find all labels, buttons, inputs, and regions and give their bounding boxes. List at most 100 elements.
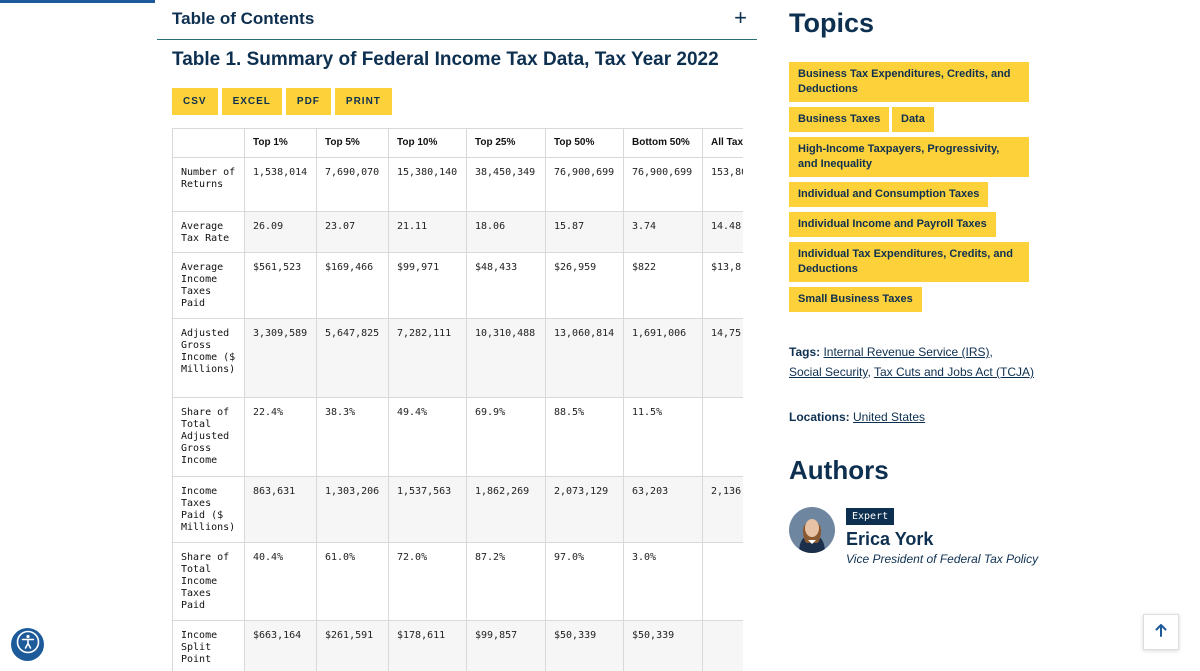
plus-icon[interactable]: + [734, 6, 747, 30]
table-cell: 76,900,699 [623, 157, 703, 212]
header-top-25: Top 25% [466, 128, 546, 158]
table-cell: 26.09 [244, 211, 317, 253]
table-cell: 7,282,111 [388, 318, 467, 398]
table-cell: $561,523 [244, 252, 317, 319]
topic-tag[interactable]: Business Tax Expenditures, Credits, and … [789, 62, 1029, 102]
table-cell: $178,611 [388, 620, 467, 671]
table-cell: 49.4% [388, 397, 467, 477]
topics-heading: Topics [789, 8, 875, 38]
author-name[interactable]: Erica York [846, 529, 933, 550]
topic-tag[interactable]: Individual Income and Payroll Taxes [789, 212, 996, 237]
table-cell: 69.9% [466, 397, 546, 477]
topic-tag[interactable]: Individual and Consumption Taxes [789, 182, 989, 207]
table-row: Income Split Point $663,164 $261,591 $17… [172, 620, 743, 671]
table-cell: 87.2% [466, 542, 546, 621]
table-cell: 40.4% [244, 542, 317, 621]
locations-label: Locations: [789, 410, 850, 424]
table-cell: $261,591 [316, 620, 389, 671]
row-label: Number of Returns [172, 157, 245, 212]
table-cell: 7,690,070 [316, 157, 389, 212]
table-cell: 11.5% [623, 397, 703, 477]
table-cell: 14,75 [702, 318, 743, 398]
excel-button[interactable]: EXCEL [221, 88, 282, 115]
table-row: Average Income Taxes Paid $561,523 $169,… [172, 252, 743, 319]
row-label: Income Taxes Paid ($ Millions) [172, 476, 245, 543]
topic-tag[interactable]: Small Business Taxes [789, 287, 922, 312]
tag-link[interactable]: Tax Cuts and Jobs Act (TCJA) [874, 365, 1034, 379]
table-cell: 88.5% [545, 397, 624, 477]
row-label: Adjusted Gross Income ($ Millions) [172, 318, 245, 398]
header-top-50: Top 50% [545, 128, 624, 158]
table-cell: 72.0% [388, 542, 467, 621]
table-cell: $822 [623, 252, 703, 319]
authors-heading: Authors [789, 455, 889, 485]
print-button[interactable]: PRINT [334, 88, 392, 115]
tag-link[interactable]: Internal Revenue Service (IRS) [823, 345, 989, 359]
table-cell: 1,303,206 [316, 476, 389, 543]
accessibility-icon [16, 630, 40, 659]
table-cell: 1,538,014 [244, 157, 317, 212]
row-label: Share of Total Income Taxes Paid [172, 542, 245, 621]
expert-badge: Expert [846, 508, 895, 525]
tag-link[interactable]: Social Security [789, 365, 867, 379]
table-title: Table 1. Summary of Federal Income Tax D… [172, 49, 719, 70]
table-cell: 15,380,140 [388, 157, 467, 212]
row-label: Share of Total Adjusted Gross Income [172, 397, 245, 477]
table-row: Average Tax Rate 26.09 23.07 21.11 18.06… [172, 211, 743, 253]
table-cell: $169,466 [316, 252, 389, 319]
table-cell: $13,8 [702, 252, 743, 319]
table-cell: 2,136 [702, 476, 743, 543]
csv-button[interactable]: CSV [172, 88, 218, 115]
table-cell: 22.4% [244, 397, 317, 477]
location-link[interactable]: United States [853, 410, 925, 424]
table-cell: 97.0% [545, 542, 624, 621]
table-cell: $99,971 [388, 252, 467, 319]
table-row: Income Taxes Paid ($ Millions) 863,631 1… [172, 476, 743, 543]
table-row: Adjusted Gross Income ($ Millions) 3,309… [172, 318, 743, 398]
table-of-contents-toggle[interactable]: Table of Contents + [157, 0, 757, 40]
table-row: Number of Returns 1,538,014 7,690,070 15… [172, 157, 743, 212]
author-role: Vice President of Federal Tax Policy [846, 552, 1039, 566]
back-to-top-button[interactable] [1143, 614, 1179, 650]
table-cell: $26,959 [545, 252, 624, 319]
table-row: Share of Total Adjusted Gross Income 22.… [172, 397, 743, 477]
topic-tag[interactable]: Business Taxes [789, 107, 890, 132]
table-cell: 14.48 [702, 211, 743, 253]
table-cell: 1,862,269 [466, 476, 546, 543]
tax-data-table: Top 1% Top 5% Top 10% Top 25% Top 50% Bo… [172, 128, 743, 671]
table-cell: 863,631 [244, 476, 317, 543]
row-label: Average Tax Rate [172, 211, 245, 253]
table-cell: 21.11 [388, 211, 467, 253]
table-cell: 38.3% [316, 397, 389, 477]
table-cell: $99,857 [466, 620, 546, 671]
table-cell: 15.87 [545, 211, 624, 253]
header-top-1: Top 1% [244, 128, 317, 158]
table-cell: 38,450,349 [466, 157, 546, 212]
export-buttons: CSV EXCEL PDF PRINT [172, 88, 392, 115]
tags-label: Tags: [789, 345, 821, 359]
table-cell: 18.06 [466, 211, 546, 253]
table-cell: $663,164 [244, 620, 317, 671]
header-bottom-50: Bottom 50% [623, 128, 703, 158]
topic-tag[interactable]: Data [892, 107, 934, 132]
row-label: Income Split Point [172, 620, 245, 671]
table-row: Share of Total Income Taxes Paid 40.4% 6… [172, 542, 743, 621]
table-cell: $48,433 [466, 252, 546, 319]
topic-tag[interactable]: Individual Tax Expenditures, Credits, an… [789, 242, 1029, 282]
tax-data-table-scroll[interactable]: Top 1% Top 5% Top 10% Top 25% Top 50% Bo… [172, 128, 743, 671]
table-cell: 13,060,814 [545, 318, 624, 398]
accessibility-button[interactable] [11, 628, 44, 661]
table-header-row: Top 1% Top 5% Top 10% Top 25% Top 50% Bo… [172, 128, 743, 158]
header-top-10: Top 10% [388, 128, 467, 158]
table-cell: 23.07 [316, 211, 389, 253]
top-accent-bar [0, 0, 155, 3]
arrow-up-icon [1153, 622, 1169, 643]
pdf-button[interactable]: PDF [285, 88, 331, 115]
table-cell [702, 620, 743, 671]
table-cell: 3.74 [623, 211, 703, 253]
table-cell: 10,310,488 [466, 318, 546, 398]
tags-list: Tags: Internal Revenue Service (IRS), So… [789, 345, 1034, 379]
topic-tag[interactable]: High-Income Taxpayers, Progressivity, an… [789, 137, 1029, 177]
avatar[interactable] [789, 507, 835, 553]
table-cell: 1,691,006 [623, 318, 703, 398]
